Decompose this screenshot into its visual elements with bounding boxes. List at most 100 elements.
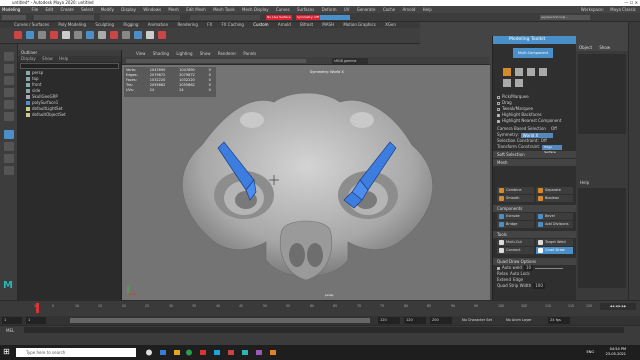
tab-xgen[interactable]: XGen (385, 22, 396, 27)
live-surface-field[interactable]: No Live Surface (266, 15, 292, 20)
multi-component-button[interactable]: Multi-Component (513, 48, 553, 58)
menu-mesh-display[interactable]: Mesh Display (242, 7, 269, 12)
vp-menu-view[interactable]: View (136, 51, 146, 56)
component-cube-icons[interactable] (501, 66, 569, 90)
tab-rendering[interactable]: Rendering (177, 22, 197, 27)
menu-create[interactable]: Create (61, 7, 74, 12)
outliner-menu-display[interactable]: Display (21, 56, 36, 61)
tab-motion-graphics[interactable]: Motion Graphics (343, 22, 376, 27)
shelf-icon-6[interactable] (74, 31, 82, 39)
menu-uv[interactable]: UV (344, 7, 350, 12)
paint-select-icon[interactable] (4, 76, 14, 85)
multi-cut-button[interactable]: Multi-Cut (497, 239, 534, 246)
extrude-button[interactable]: Extrude (497, 213, 534, 220)
menu-curves[interactable]: Curves (276, 7, 290, 12)
auto-weld-checkbox[interactable] (497, 266, 500, 270)
range-slider[interactable] (70, 318, 370, 323)
add-divisions-button[interactable]: Add Divisions (536, 221, 573, 228)
character-set-select[interactable]: No Character Set (460, 317, 500, 324)
shelf-icon-2[interactable] (26, 31, 34, 39)
tab-sculpting[interactable]: Sculpting (95, 22, 114, 27)
vp-menu-shading[interactable]: Shading (153, 51, 169, 56)
range-end-field[interactable]: 120 (378, 317, 400, 324)
connect-button[interactable]: Connect (497, 247, 534, 254)
end-time-field[interactable]: 200 (430, 317, 452, 324)
shelf-icon-11[interactable] (134, 31, 142, 39)
select-tool-icon[interactable] (4, 52, 14, 61)
outliner-search-input[interactable] (20, 63, 119, 69)
bridge-button[interactable]: Bridge (497, 221, 534, 228)
outliner-layout-icon[interactable] (4, 166, 14, 175)
move-tool-icon[interactable] (4, 88, 14, 97)
layout-four-icon[interactable] (4, 142, 14, 151)
lasso-tool-icon[interactable] (4, 64, 14, 73)
language-indicator[interactable]: ENG (586, 350, 594, 354)
shelf-icon-4[interactable] (50, 31, 58, 39)
shelf-icon-10[interactable] (122, 31, 130, 39)
start-time-field[interactable]: 1 (2, 317, 22, 324)
playback-controls[interactable]: ◀◀ ◀ ▶ ▶▶ (600, 303, 636, 310)
taskbar-clock[interactable]: 04:54 PM 23-05-2021 (606, 347, 626, 357)
fps-select[interactable]: 24 fps (548, 317, 570, 324)
tab-fx[interactable]: FX (207, 22, 212, 27)
symmetry-select[interactable]: World X (520, 132, 553, 138)
menu-mode[interactable]: Modeling (2, 7, 20, 12)
shelf-icon-12[interactable] (146, 31, 154, 39)
scale-tool-icon[interactable] (4, 112, 14, 121)
tab-arnold[interactable]: Arnold (278, 22, 291, 27)
menu-edit[interactable]: Edit (45, 7, 53, 12)
attr-menu-show[interactable]: Show (599, 45, 610, 50)
menu-help[interactable]: Help (423, 7, 432, 12)
status-file-icons[interactable] (34, 15, 94, 20)
menu-mesh[interactable]: Mesh (168, 7, 179, 12)
selection-mask-icons[interactable] (100, 15, 180, 20)
tab-animation[interactable]: Animation (148, 22, 168, 27)
playback-end-field[interactable]: 120 (404, 317, 426, 324)
rotate-tool-icon[interactable] (4, 100, 14, 109)
tab-fx-caching[interactable]: FX Caching (221, 22, 243, 27)
vp-menu-renderer[interactable]: Renderer (218, 51, 236, 56)
components-section-header[interactable]: Components (493, 205, 577, 212)
colorspace-select[interactable]: sRGB gamma (332, 58, 368, 64)
tab-curves-surfaces[interactable]: Curves / Surfaces (14, 22, 49, 27)
smooth-button[interactable]: Smooth (497, 195, 534, 202)
tab-rigging[interactable]: Rigging (123, 22, 138, 27)
taskbar-app-icons[interactable] (144, 348, 344, 357)
windows-start-icon[interactable]: ⊞ (3, 347, 10, 356)
soft-selection-header[interactable]: Soft Selection (493, 151, 577, 158)
tools-section-header[interactable]: Tools (493, 231, 577, 238)
menu-mesh-tools[interactable]: Mesh Tools (213, 7, 235, 12)
menu-modify[interactable]: Modify (101, 7, 114, 12)
menu-deform[interactable]: Deform (322, 7, 337, 12)
symmetry-status[interactable]: Symmetry: Off (296, 15, 320, 20)
vp-menu-lighting[interactable]: Lighting (176, 51, 192, 56)
viewport-toolbar-icons[interactable] (126, 59, 306, 63)
menu-file[interactable]: File (31, 7, 38, 12)
menu-display[interactable]: Display (121, 7, 136, 12)
tab-bifrost[interactable]: Bifrost (300, 22, 313, 27)
anim-layer-select[interactable]: No Anim Layer (504, 317, 544, 324)
mel-label[interactable]: MEL (6, 328, 14, 333)
transform-constraint-select[interactable]: Edge Surface (542, 144, 563, 154)
vp-menu-show[interactable]: Show (200, 51, 211, 56)
shelf-icon-7[interactable] (86, 31, 94, 39)
shelf-icon-8[interactable] (98, 31, 106, 39)
option-highlight-nearest[interactable]: Highlight Nearest Component (493, 118, 577, 124)
snap-icons[interactable] (190, 15, 260, 20)
boolean-button[interactable]: Boolean (536, 195, 573, 202)
time-slider[interactable]: 1 5 10 15 20 25 30 35 40 45 50 55 60 65 … (0, 300, 640, 316)
bevel-button[interactable]: Bevel (536, 213, 573, 220)
tab-custom[interactable]: Custom (253, 22, 268, 27)
selection-constraint-select[interactable]: Off (541, 138, 547, 144)
menu-edit-mesh[interactable]: Edit Mesh (186, 7, 206, 12)
side-tabs-strip[interactable] (628, 22, 640, 312)
shelf-icon-9[interactable] (110, 31, 118, 39)
render-icons[interactable] (320, 15, 350, 20)
menu-select[interactable]: Select (81, 7, 93, 12)
quad-strip-value[interactable]: 100 (533, 283, 545, 289)
playback-start-field[interactable]: 1 (26, 317, 46, 324)
layout-two-icon[interactable] (4, 154, 14, 163)
separate-button[interactable]: Separate (536, 187, 573, 194)
menu-windows[interactable]: Windows (143, 7, 161, 12)
mel-input[interactable] (24, 327, 624, 333)
